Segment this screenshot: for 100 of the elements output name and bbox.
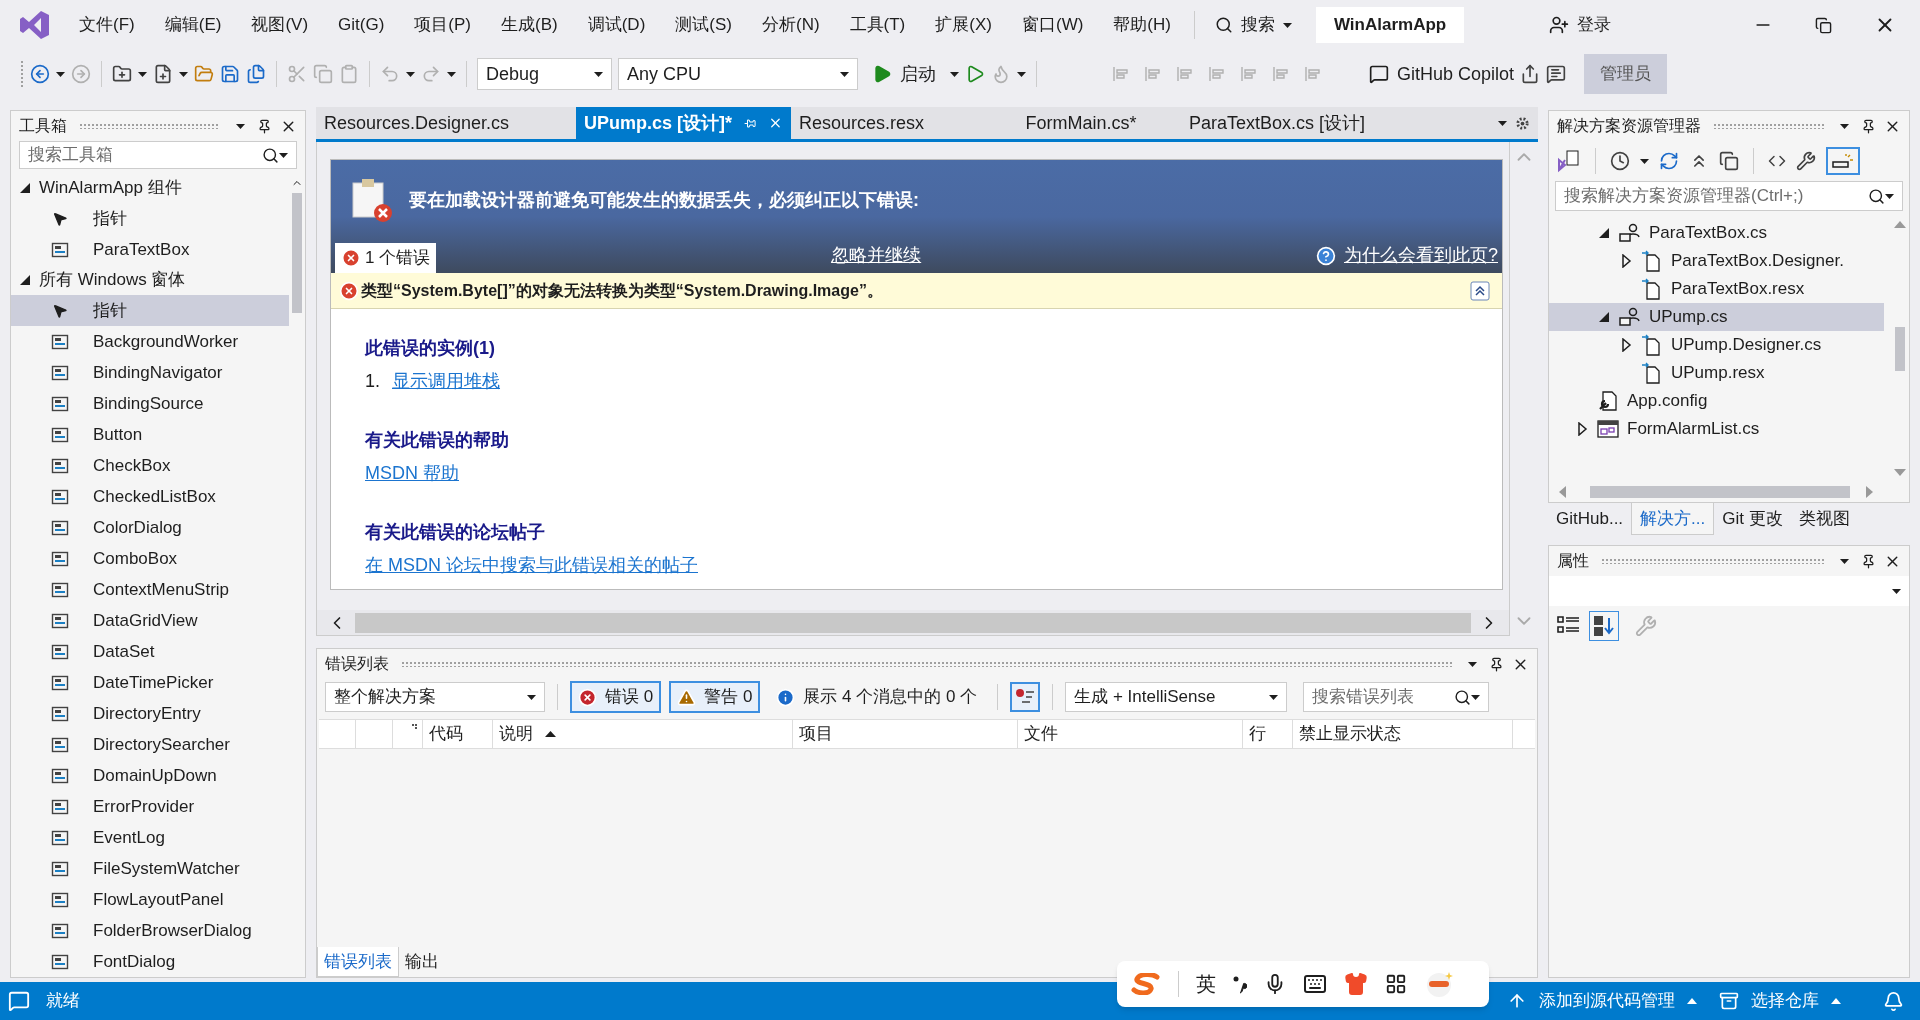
filter-toggle[interactable]: 错误 0 (570, 681, 662, 713)
toolbox-item[interactable]: FileSystemWatcher (11, 853, 289, 884)
document-tab[interactable]: Resources.Designer.cs (316, 107, 576, 139)
column-header[interactable]: 文件 (1018, 720, 1243, 748)
app-logo-icon[interactable] (18, 9, 50, 41)
tree-item[interactable]: ParaTextBox.cs (1549, 219, 1884, 247)
search-input[interactable]: 搜索错误列表 (1312, 684, 1455, 710)
error-search-field[interactable]: 搜索错误列表 (1303, 682, 1490, 712)
login-button[interactable]: 登录 (1549, 12, 1612, 38)
pin-icon[interactable] (1861, 118, 1876, 134)
toolbox-item[interactable]: CheckedListBox (11, 481, 289, 512)
horizontal-scrollbar[interactable] (316, 610, 1510, 636)
source-control-button[interactable]: 添加到源代码管理 (1507, 988, 1697, 1014)
share-icon[interactable] (1520, 64, 1541, 84)
column-header[interactable]: 禁止显示状态 (1293, 720, 1513, 748)
restore-icon[interactable] (1815, 16, 1832, 34)
preview-toggle[interactable] (1826, 147, 1860, 175)
toolbox-item[interactable]: DirectorySearcher (11, 729, 289, 760)
punctuation-icon[interactable] (1233, 974, 1247, 994)
toolbox-item[interactable]: 指针 (11, 203, 289, 234)
filter-toggle[interactable]: 展示 4 个消息中的 0 个 (768, 681, 986, 713)
pin-icon[interactable] (1861, 553, 1876, 569)
document-tab[interactable]: UPump.cs [设计]* (576, 107, 791, 139)
tree-item[interactable]: FormAlarmList.cs (1549, 415, 1884, 443)
toolbox-item[interactable]: DomainUpDown (11, 760, 289, 791)
expanded-arrow-icon[interactable] (1597, 310, 1611, 324)
menu-item[interactable]: 窗口(W) (1006, 12, 1099, 38)
scrollbar-thumb[interactable] (1590, 486, 1850, 498)
help-link[interactable]: MSDN 帮助 (365, 460, 459, 487)
toolbox-group[interactable]: 所有 Windows 窗体 (11, 265, 289, 295)
toolbox-item[interactable]: Button (11, 419, 289, 450)
history-icon[interactable] (1610, 151, 1630, 171)
menu-item[interactable]: 文件(F) (64, 12, 150, 38)
column-header[interactable]: 代码 (423, 720, 493, 748)
notifications-feedback-icon[interactable] (8, 990, 30, 1012)
menu-item[interactable]: 调试(D) (572, 12, 661, 38)
error-count-tab[interactable]: 1 个错误 (335, 243, 437, 273)
admin-button[interactable]: 管理员 (1584, 54, 1668, 94)
toolbox-item[interactable]: DataGridView (11, 605, 289, 636)
solution-icon[interactable] (1557, 149, 1581, 173)
document-tab[interactable]: ParaTextBox.cs [设计] (1181, 107, 1441, 139)
filter-toggle[interactable]: 警告 0 (669, 681, 761, 713)
column-header[interactable]: 说明 (493, 720, 793, 748)
copilot-button[interactable]: GitHub Copilot (1369, 60, 1515, 88)
source-dropdown[interactable]: 生成 + IntelliSense (1065, 682, 1288, 712)
scope-dropdown[interactable]: 整个解决方案 (325, 682, 545, 712)
search-input[interactable]: 搜索解决方案资源管理器(Ctrl+;) (1564, 183, 1868, 209)
skin-icon[interactable] (1344, 972, 1368, 996)
toolbox-item[interactable]: 指针 (11, 295, 289, 326)
tree-item[interactable]: UPump.resx (1549, 359, 1884, 387)
toolbox-item[interactable]: ColorDialog (11, 512, 289, 543)
ignore-link[interactable]: 忽略并继续 (831, 242, 922, 269)
new-project-icon[interactable] (112, 64, 132, 84)
menu-item[interactable]: 扩展(X) (920, 12, 1007, 38)
toolbox-item[interactable]: DataSet (11, 636, 289, 667)
document-tab[interactable]: Resources.resx (791, 107, 981, 139)
menu-item[interactable]: 编辑(E) (149, 12, 237, 38)
ime-logo-icon[interactable] (1131, 973, 1161, 995)
run-without-debug-icon[interactable] (965, 64, 985, 84)
menu-item[interactable]: Git(G) (323, 12, 400, 38)
scrollbar-thumb[interactable] (355, 612, 1471, 633)
why-link[interactable]: 为什么会看到此页? (1344, 242, 1498, 269)
configuration-dropdown[interactable]: Debug (477, 58, 612, 90)
repository-button[interactable]: 选择仓库 (1719, 988, 1841, 1014)
filter-icon[interactable] (1010, 682, 1041, 712)
toolbox-search-field[interactable]: 搜索工具箱 (19, 141, 297, 169)
pin-icon[interactable] (257, 118, 272, 134)
toolbox-item[interactable]: FontDialog (11, 946, 289, 977)
toolbox-item[interactable]: ErrorProvider (11, 791, 289, 822)
toolbox-item[interactable]: BackgroundWorker (11, 326, 289, 357)
scrollbar-thumb[interactable] (1895, 326, 1905, 371)
scrollbar-thumb[interactable] (292, 193, 302, 313)
tree-item[interactable]: UPump.Designer.cs (1549, 331, 1884, 359)
save-all-icon[interactable] (246, 64, 266, 84)
column-header[interactable]: 行 (1243, 720, 1293, 748)
tree-item[interactable]: ParaTextBox.Designer. (1549, 247, 1884, 275)
tree-item[interactable]: UPump.cs (1549, 303, 1884, 331)
search-button[interactable]: 搜索 (1202, 12, 1304, 38)
save-icon[interactable] (220, 64, 240, 84)
toolbox-item[interactable]: BindingNavigator (11, 357, 289, 388)
toolbox-item[interactable]: ContextMenuStrip (11, 574, 289, 605)
refresh-icon[interactable] (1659, 151, 1679, 171)
panel-tab[interactable]: 输出 (399, 947, 445, 977)
toolbox-item[interactable]: EventLog (11, 822, 289, 853)
open-folder-icon[interactable] (194, 64, 214, 84)
pin-icon[interactable] (1489, 656, 1504, 672)
settings-icon[interactable] (1515, 115, 1530, 131)
menu-item[interactable]: 视图(V) (236, 12, 324, 38)
collapsed-arrow-icon[interactable] (1575, 422, 1589, 436)
menu-item[interactable]: 测试(S) (660, 12, 747, 38)
document-tab[interactable]: FormMain.cs* (981, 107, 1181, 139)
ime-language-toggle[interactable]: 英 (1196, 969, 1216, 999)
panel-tab[interactable]: 解决方... (1631, 503, 1715, 535)
start-button[interactable]: 启动 (864, 60, 944, 88)
collapsed-arrow-icon[interactable] (1619, 338, 1633, 352)
menu-item[interactable]: 项目(P) (399, 12, 486, 38)
menu-item[interactable]: 工具(T) (834, 12, 921, 38)
panel-tab[interactable]: Git 更改 (1714, 503, 1791, 535)
toolbox-item[interactable]: CheckBox (11, 450, 289, 481)
platform-dropdown[interactable]: Any CPU (618, 58, 858, 90)
